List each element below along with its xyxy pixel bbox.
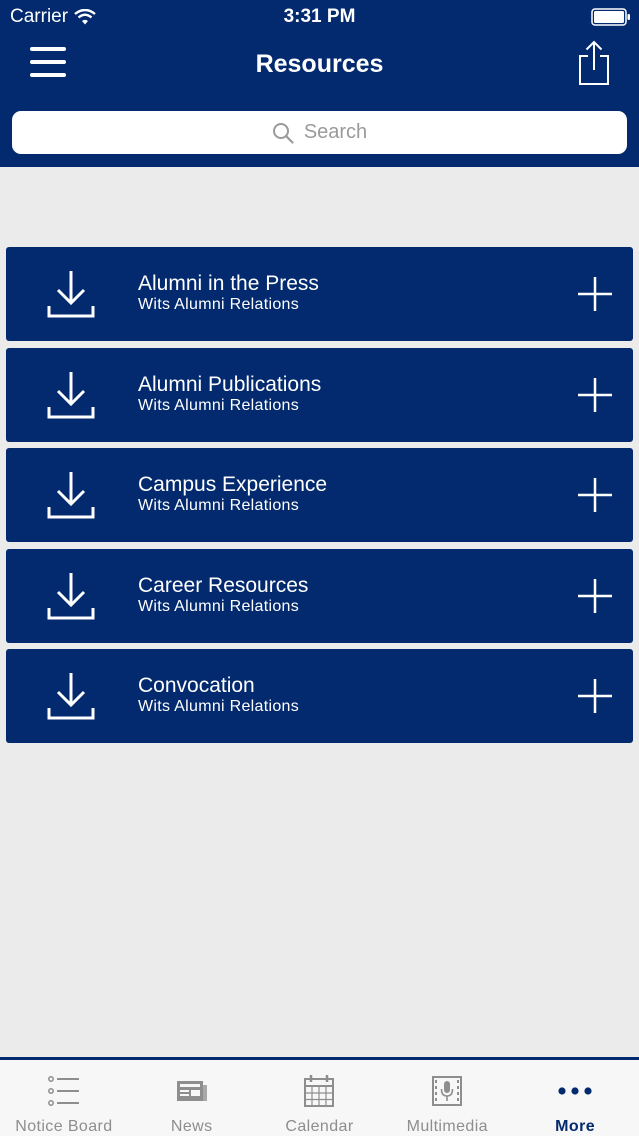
download-icon [47, 472, 95, 519]
resource-subtitle: Wits Alumni Relations [138, 698, 300, 715]
download-icon [47, 572, 95, 619]
download-icon [47, 371, 95, 418]
resource-item[interactable]: Alumni Publications Wits Alumni Relation… [6, 347, 633, 442]
share-icon[interactable] [577, 40, 611, 86]
resource-item[interactable]: Career Resources Wits Alumni Relations [6, 548, 633, 643]
resource-subtitle: Wits Alumni Relations [138, 497, 300, 514]
resource-subtitle: Wits Alumni Relations [138, 296, 300, 313]
resource-item[interactable]: Campus Experience Wits Alumni Relations [6, 448, 633, 542]
resource-title: Alumni in the Press [138, 272, 319, 295]
tab-label: Notice Board [15, 1118, 113, 1135]
resource-title: Convocation [138, 674, 255, 697]
resource-title: Career Resources [138, 573, 309, 597]
expand-plus-icon[interactable] [577, 578, 613, 614]
download-icon [47, 271, 95, 318]
expand-plus-icon[interactable] [577, 678, 613, 714]
tab-calendar[interactable]: Calendar [256, 1060, 384, 1136]
status-time: 3:31 PM [283, 6, 356, 27]
search-icon [272, 122, 294, 144]
list-icon [47, 1076, 79, 1106]
resource-list: Alumni in the Press Wits Alumni Relation… [6, 247, 633, 750]
resource-item[interactable]: Convocation Wits Alumni Relations [6, 649, 633, 743]
expand-plus-icon[interactable] [577, 377, 613, 413]
tab-label: Calendar [285, 1118, 354, 1135]
status-bar: Carrier 3:31 PM [0, 0, 639, 34]
tab-more[interactable]: More [511, 1060, 639, 1136]
microphone-icon [432, 1076, 463, 1106]
resource-item[interactable]: Alumni in the Press Wits Alumni Relation… [6, 247, 633, 341]
calendar-icon [304, 1075, 335, 1107]
resource-subtitle: Wits Alumni Relations [138, 396, 300, 414]
newspaper-icon [176, 1081, 207, 1101]
expand-plus-icon[interactable] [577, 477, 613, 513]
tab-label: Multimedia [406, 1118, 488, 1135]
download-icon [47, 673, 95, 720]
tab-bar: Notice Board News Calendar Multimedia Mo… [0, 1057, 639, 1136]
tab-news[interactable]: News [128, 1060, 256, 1136]
search-input[interactable]: Search [12, 111, 627, 154]
search-placeholder: Search [303, 121, 368, 143]
app-header: Carrier 3:31 PM Resources Search [0, 0, 639, 167]
page-title: Resources [255, 50, 384, 78]
resource-title: Alumni Publications [138, 372, 322, 396]
expand-plus-icon[interactable] [577, 276, 613, 312]
battery-icon [591, 8, 630, 26]
resource-title: Campus Experience [138, 473, 328, 496]
resource-subtitle: Wits Alumni Relations [138, 597, 300, 615]
tab-notice-board[interactable]: Notice Board [0, 1060, 128, 1136]
tab-label: News [170, 1118, 213, 1135]
more-icon [558, 1087, 592, 1095]
tab-multimedia[interactable]: Multimedia [383, 1060, 511, 1136]
tab-label: More [555, 1118, 595, 1135]
